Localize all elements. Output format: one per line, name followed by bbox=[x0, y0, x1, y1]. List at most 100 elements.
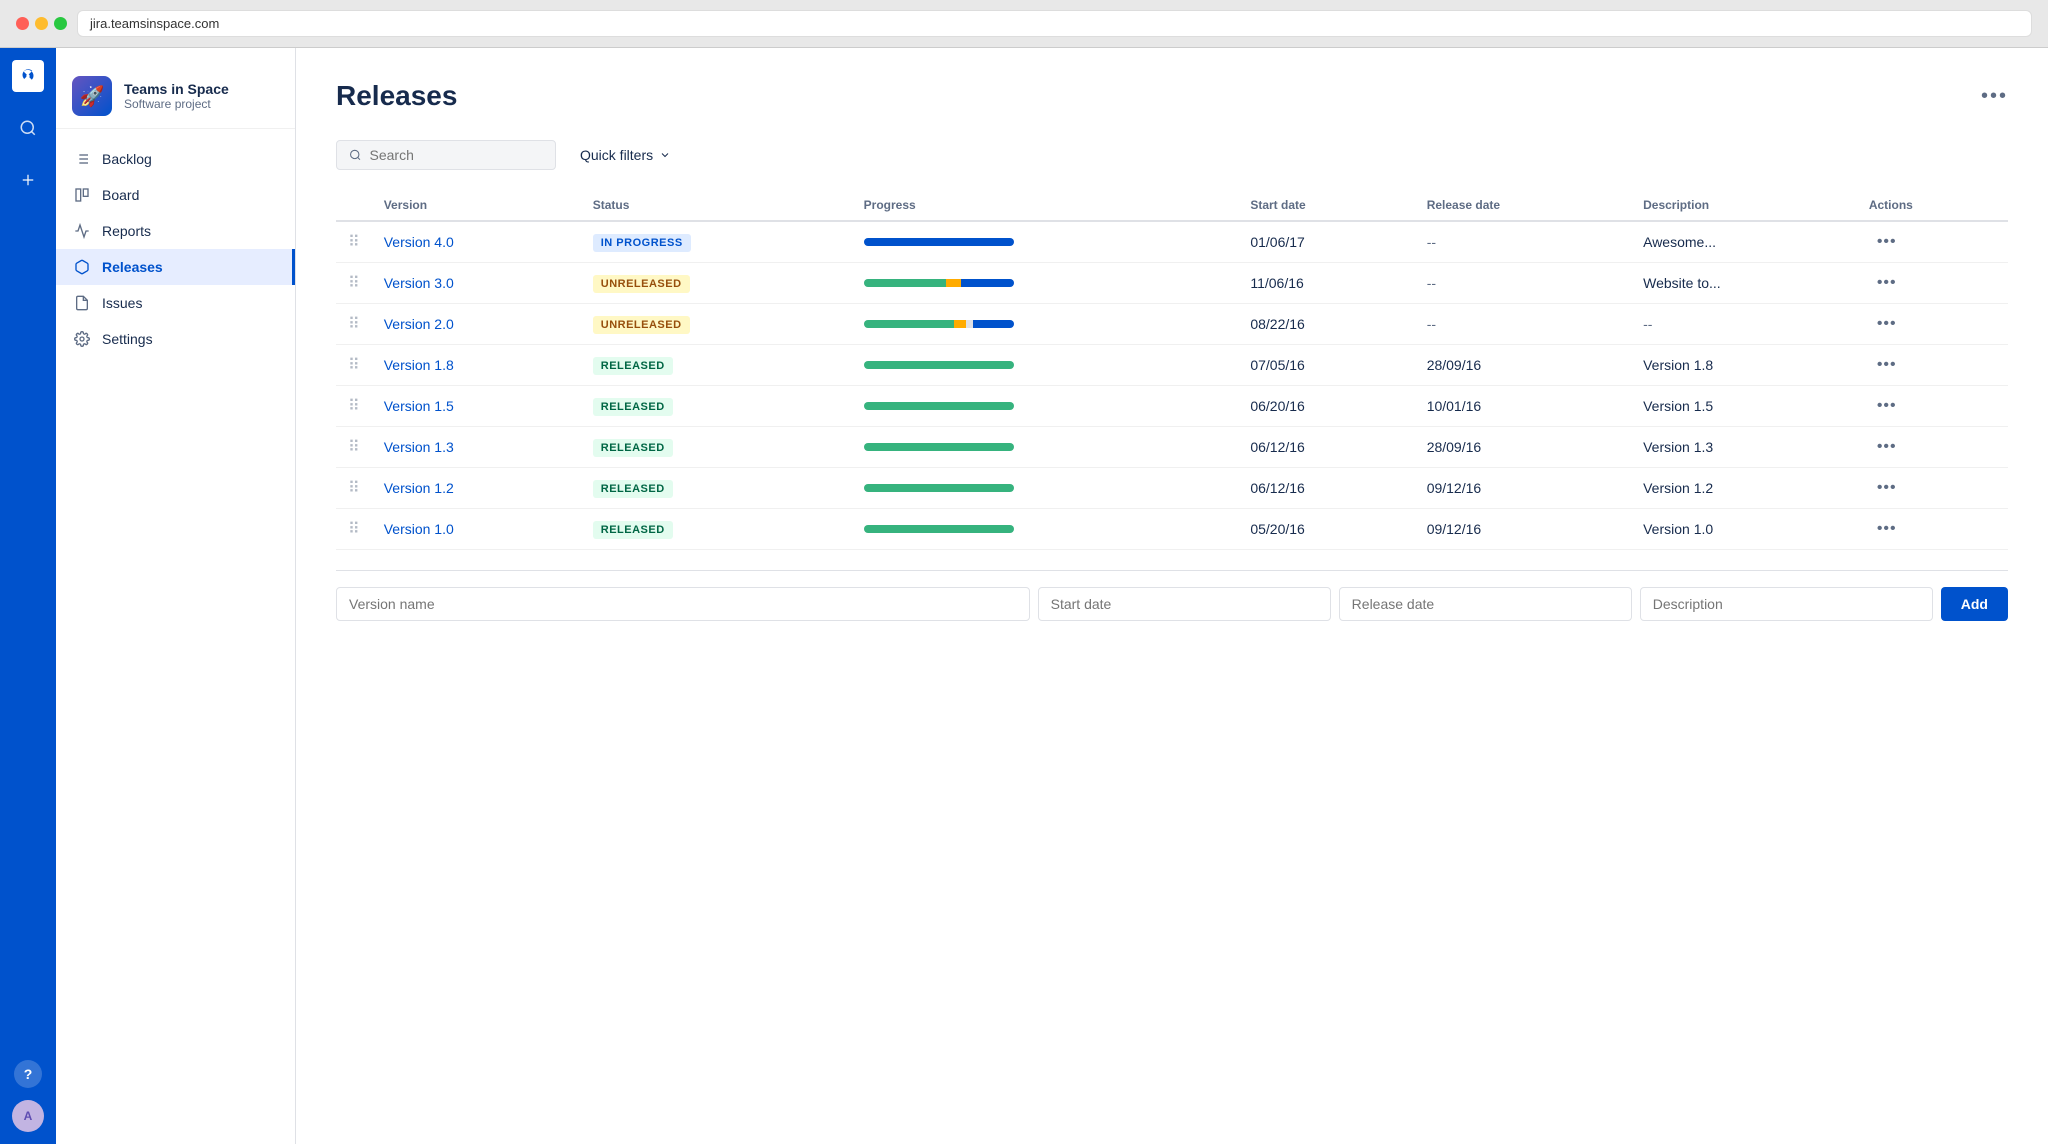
actions-cell[interactable]: ••• bbox=[1857, 345, 2008, 386]
actions-cell[interactable]: ••• bbox=[1857, 427, 2008, 468]
progress-cell bbox=[852, 304, 1239, 345]
drag-handle[interactable]: ⠿ bbox=[336, 509, 372, 550]
start-date-cell: 06/20/16 bbox=[1238, 386, 1414, 427]
status-badge: RELEASED bbox=[593, 439, 673, 457]
drag-handle[interactable]: ⠿ bbox=[336, 263, 372, 304]
project-sub: Software project bbox=[124, 97, 229, 111]
project-header[interactable]: 🚀 Teams in Space Software project bbox=[56, 64, 295, 129]
actions-button[interactable]: ••• bbox=[1869, 434, 1905, 459]
drag-handle[interactable]: ⠿ bbox=[336, 386, 372, 427]
releases-icon bbox=[72, 257, 92, 277]
status-badge: UNRELEASED bbox=[593, 316, 690, 334]
status-cell: RELEASED bbox=[581, 468, 852, 509]
actions-cell[interactable]: ••• bbox=[1857, 263, 2008, 304]
sidebar-item-releases[interactable]: Releases bbox=[56, 249, 295, 285]
progress-bar bbox=[864, 320, 1014, 328]
quick-filters-button[interactable]: Quick filters bbox=[568, 141, 683, 169]
sidebar-item-reports[interactable]: Reports bbox=[56, 213, 295, 249]
version-cell[interactable]: Version 4.0 bbox=[372, 221, 581, 263]
progress-cell bbox=[852, 221, 1239, 263]
version-cell[interactable]: Version 3.0 bbox=[372, 263, 581, 304]
help-icon[interactable]: ? bbox=[14, 1060, 42, 1088]
release-date-input[interactable] bbox=[1339, 587, 1632, 621]
progress-bar bbox=[864, 484, 1014, 492]
actions-cell[interactable]: ••• bbox=[1857, 468, 2008, 509]
add-button[interactable]: Add bbox=[1941, 587, 2008, 621]
col-start-date: Start date bbox=[1238, 190, 1414, 221]
description-cell: Website to... bbox=[1631, 263, 1857, 304]
progress-bar bbox=[864, 361, 1014, 369]
drag-icon[interactable]: ⠿ bbox=[348, 480, 360, 497]
table-header-row: Version Status Progress Start date Relea… bbox=[336, 190, 2008, 221]
drag-handle[interactable]: ⠿ bbox=[336, 427, 372, 468]
actions-button[interactable]: ••• bbox=[1869, 475, 1905, 500]
description-input[interactable] bbox=[1640, 587, 1933, 621]
drag-handle[interactable]: ⠿ bbox=[336, 304, 372, 345]
description-cell: Version 1.0 bbox=[1631, 509, 1857, 550]
dot-red[interactable] bbox=[16, 17, 29, 30]
far-left-bottom: ? A bbox=[12, 1060, 44, 1132]
drag-icon[interactable]: ⠿ bbox=[348, 439, 360, 456]
board-icon bbox=[72, 185, 92, 205]
add-version-row: Add bbox=[336, 570, 2008, 621]
actions-cell[interactable]: ••• bbox=[1857, 509, 2008, 550]
version-cell[interactable]: Version 2.0 bbox=[372, 304, 581, 345]
status-badge: RELEASED bbox=[593, 480, 673, 498]
description-cell: Version 1.3 bbox=[1631, 427, 1857, 468]
sidebar-item-board[interactable]: Board bbox=[56, 177, 295, 213]
table-row: ⠿Version 1.0RELEASED05/20/1609/12/16Vers… bbox=[336, 509, 2008, 550]
version-name-input[interactable] bbox=[336, 587, 1030, 621]
version-cell[interactable]: Version 1.8 bbox=[372, 345, 581, 386]
drag-handle[interactable]: ⠿ bbox=[336, 221, 372, 263]
more-options-button[interactable]: ••• bbox=[1981, 85, 2008, 108]
start-date-cell: 01/06/17 bbox=[1238, 221, 1414, 263]
releases-table: Version Status Progress Start date Relea… bbox=[336, 190, 2008, 550]
table-row: ⠿Version 3.0UNRELEASED11/06/16--Website … bbox=[336, 263, 2008, 304]
drag-icon[interactable]: ⠿ bbox=[348, 357, 360, 374]
actions-cell[interactable]: ••• bbox=[1857, 386, 2008, 427]
page-title: Releases bbox=[336, 80, 457, 112]
sidebar-item-issues[interactable]: Issues bbox=[56, 285, 295, 321]
actions-button[interactable]: ••• bbox=[1869, 393, 1905, 418]
actions-button[interactable]: ••• bbox=[1869, 352, 1905, 377]
drag-icon[interactable]: ⠿ bbox=[348, 234, 360, 251]
start-date-input[interactable] bbox=[1038, 587, 1331, 621]
version-cell[interactable]: Version 1.2 bbox=[372, 468, 581, 509]
version-cell[interactable]: Version 1.3 bbox=[372, 427, 581, 468]
col-description: Description bbox=[1631, 190, 1857, 221]
actions-cell[interactable]: ••• bbox=[1857, 221, 2008, 263]
description-cell: -- bbox=[1631, 304, 1857, 345]
drag-handle[interactable]: ⠿ bbox=[336, 468, 372, 509]
dot-green[interactable] bbox=[54, 17, 67, 30]
dot-yellow[interactable] bbox=[35, 17, 48, 30]
progress-bar bbox=[864, 525, 1014, 533]
status-cell: RELEASED bbox=[581, 509, 852, 550]
search-input[interactable] bbox=[370, 147, 543, 163]
global-search-icon[interactable] bbox=[12, 112, 44, 144]
avatar[interactable]: A bbox=[12, 1100, 44, 1132]
version-cell[interactable]: Version 1.5 bbox=[372, 386, 581, 427]
browser-chrome: jira.teamsinspace.com bbox=[0, 0, 2048, 48]
browser-url[interactable]: jira.teamsinspace.com bbox=[77, 10, 2032, 37]
version-cell[interactable]: Version 1.0 bbox=[372, 509, 581, 550]
sidebar-item-backlog[interactable]: Backlog bbox=[56, 141, 295, 177]
sidebar-item-settings[interactable]: Settings bbox=[56, 321, 295, 357]
drag-handle[interactable]: ⠿ bbox=[336, 345, 372, 386]
drag-icon[interactable]: ⠿ bbox=[348, 521, 360, 538]
search-box[interactable] bbox=[336, 140, 556, 170]
table-row: ⠿Version 1.3RELEASED06/12/1628/09/16Vers… bbox=[336, 427, 2008, 468]
actions-cell[interactable]: ••• bbox=[1857, 304, 2008, 345]
actions-button[interactable]: ••• bbox=[1869, 516, 1905, 541]
col-version: Version bbox=[372, 190, 581, 221]
jira-logo[interactable] bbox=[12, 60, 44, 92]
actions-button[interactable]: ••• bbox=[1869, 311, 1905, 336]
sidebar-label-board: Board bbox=[102, 187, 139, 203]
reports-icon bbox=[72, 221, 92, 241]
drag-icon[interactable]: ⠿ bbox=[348, 316, 360, 333]
col-release-date: Release date bbox=[1415, 190, 1631, 221]
drag-icon[interactable]: ⠿ bbox=[348, 398, 360, 415]
actions-button[interactable]: ••• bbox=[1869, 229, 1905, 254]
actions-button[interactable]: ••• bbox=[1869, 270, 1905, 295]
drag-icon[interactable]: ⠿ bbox=[348, 275, 360, 292]
create-icon[interactable] bbox=[12, 164, 44, 196]
